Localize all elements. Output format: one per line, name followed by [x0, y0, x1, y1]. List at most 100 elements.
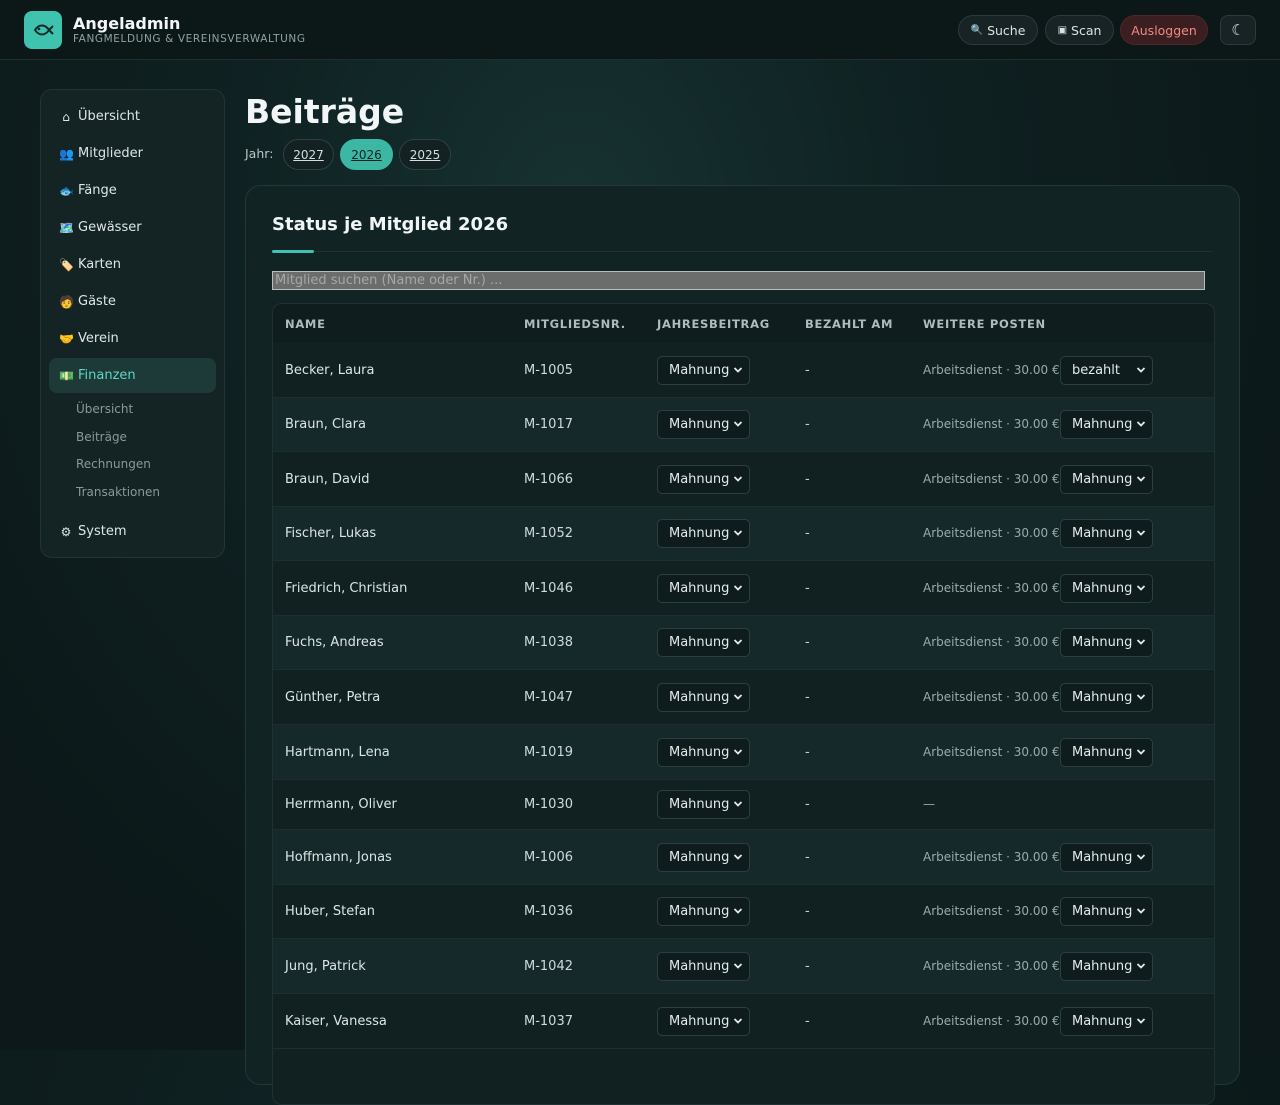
sidebar-item-gewaesser[interactable]: 🗺️ Gewässer	[49, 210, 216, 245]
member-number: M-1047	[524, 689, 573, 705]
beitrag-status-select[interactable]: Mahnung	[657, 790, 750, 819]
sidebar-item-faenge[interactable]: 🐟 Fänge	[49, 173, 216, 208]
member-number: M-1037	[524, 1013, 573, 1029]
additional-item: Arbeitsdienst · 30.00 €	[923, 1013, 1060, 1028]
posten-status-value: Mahnung	[1072, 1013, 1133, 1029]
beitrag-status-select[interactable]: Mahnung	[657, 682, 750, 712]
posten-status-value: Mahnung	[1072, 849, 1133, 865]
sidebar-subitem-beitraege[interactable]: Beiträge	[76, 430, 127, 444]
posten-status-select[interactable]: Mahnung	[1060, 464, 1153, 494]
year-label: Jahr:	[245, 146, 274, 161]
additional-item: Arbeitsdienst · 30.00 €	[923, 526, 1060, 540]
posten-status-select[interactable]: Mahnung	[1060, 573, 1153, 603]
beitrag-status-select[interactable]: Mahnung	[657, 897, 750, 926]
additional-item: —	[923, 797, 935, 811]
sidebar-item-gaeste[interactable]: 🧑 Gäste	[49, 284, 216, 319]
sidebar-subitem-uebersicht[interactable]: Übersicht	[76, 402, 133, 416]
posten-status-select[interactable]: bezahlt	[1060, 355, 1153, 385]
beitrag-status-select[interactable]: Mahnung	[657, 573, 750, 603]
table-row: Jung, Patrick M-1042 Mahnung - Arbeitsdienst…	[273, 939, 1214, 994]
scan-button[interactable]: ▣ Scan	[1045, 15, 1114, 45]
sidebar-item-label: Finanzen	[78, 368, 136, 383]
member-name: Jung, Patrick	[285, 958, 366, 974]
table-row: Günther, Petra M-1047 Mahnung - Arbeitsdiens…	[273, 670, 1214, 725]
beitrag-status-select[interactable]: Mahnung	[657, 1006, 750, 1036]
sidebar-subitem-transaktionen[interactable]: Transaktionen	[76, 485, 160, 499]
member-number: M-1005	[524, 362, 573, 378]
column-header-name[interactable]: NAME	[285, 317, 326, 331]
member-number: M-1066	[524, 471, 573, 487]
column-header-posten[interactable]: WEITERE POSTEN	[923, 317, 1046, 331]
column-header-nr[interactable]: MITGLIEDSNR.	[524, 317, 626, 331]
gear-icon: ⚙	[60, 524, 72, 539]
column-header-beitrag[interactable]: JAHRESBEITRAG	[657, 317, 770, 331]
top-bar: Angeladmin FANGMELDUNG & VEREINSVERWALTU…	[0, 0, 1280, 60]
posten-status-select[interactable]: Mahnung	[1060, 951, 1153, 981]
paid-date: -	[805, 417, 810, 432]
additional-item: Arbeitsdienst · 30.00 €	[923, 635, 1060, 649]
posten-status-select[interactable]: Mahnung	[1060, 519, 1153, 548]
sidebar-item-system[interactable]: ⚙ System	[49, 514, 216, 549]
posten-status-select[interactable]: Mahnung	[1060, 737, 1153, 767]
additional-item: Arbeitsdienst · 30.00 €	[923, 744, 1060, 759]
year-pill-2026[interactable]: 2026	[340, 139, 393, 170]
beitrag-status-value: Mahnung	[669, 526, 730, 541]
sidebar-item-verein[interactable]: 🤝 Verein	[49, 321, 216, 356]
beitrag-status-select[interactable]: Mahnung	[657, 951, 750, 981]
search-button[interactable]: 🔍 Suche	[958, 15, 1038, 45]
beitrag-status-select[interactable]: Mahnung	[657, 355, 750, 385]
posten-status-select[interactable]: Mahnung	[1060, 410, 1153, 439]
beitrag-status-select[interactable]: Mahnung	[657, 519, 750, 548]
sidebar-item-uebersicht[interactable]: ⌂ Übersicht	[49, 99, 216, 134]
sidebar-item-label: Karten	[78, 257, 121, 272]
member-number: M-1042	[524, 958, 573, 974]
column-header-bezahlt[interactable]: BEZAHLT AM	[805, 317, 893, 331]
fish-logo-icon[interactable]	[24, 11, 62, 49]
member-search-input[interactable]	[272, 271, 1205, 290]
beitrag-status-value: Mahnung	[669, 904, 730, 919]
logout-button[interactable]: Ausloggen	[1120, 15, 1208, 45]
member-name: Becker, Laura	[285, 362, 375, 378]
sidebar-item-finanzen[interactable]: 💵 Finanzen	[49, 358, 216, 393]
beitrag-status-select[interactable]: Mahnung	[657, 410, 750, 439]
posten-status-value: Mahnung	[1072, 526, 1133, 541]
beitrag-status-value: Mahnung	[669, 849, 730, 865]
member-name: Hoffmann, Jonas	[285, 849, 392, 865]
paid-date: -	[805, 797, 810, 812]
posten-status-select[interactable]: Mahnung	[1060, 897, 1153, 926]
additional-item: Arbeitsdienst · 30.00 €	[923, 849, 1060, 864]
additional-item: Arbeitsdienst · 30.00 €	[923, 904, 1060, 918]
beitrag-status-select[interactable]: Mahnung	[657, 628, 750, 657]
theme-toggle-button[interactable]: ☾	[1220, 15, 1256, 45]
beitrag-status-value: Mahnung	[669, 635, 730, 650]
logout-button-label: Ausloggen	[1131, 22, 1197, 38]
sidebar-item-karten[interactable]: 🏷️ Karten	[49, 247, 216, 282]
paid-date: -	[805, 635, 810, 650]
beitrag-status-select[interactable]: Mahnung	[657, 842, 750, 872]
table-row: Fischer, Lukas M-1052 Mahnung - Arbeitsdiens…	[273, 507, 1214, 561]
posten-status-select[interactable]: Mahnung	[1060, 628, 1153, 657]
year-pill-2025[interactable]: 2025	[399, 139, 451, 170]
posten-status-select[interactable]: Mahnung	[1060, 1006, 1153, 1036]
table-row: Becker, Laura M-1005 Mahnung - Arbeitsdienst…	[273, 343, 1214, 398]
member-number: M-1046	[524, 580, 573, 596]
year-pill-2027[interactable]: 2027	[283, 139, 334, 170]
beitrag-status-select[interactable]: Mahnung	[657, 737, 750, 767]
table-row: Hartmann, Lena M-1019 Mahnung - Arbeitsdiens…	[273, 725, 1214, 780]
sidebar-item-mitglieder[interactable]: 👥 Mitglieder	[49, 136, 216, 171]
paid-date: -	[805, 744, 810, 760]
sidebar-item-label: Mitglieder	[78, 146, 143, 161]
posten-status-select[interactable]: Mahnung	[1060, 682, 1153, 712]
posten-status-value: bezahlt	[1072, 362, 1120, 378]
posten-status-select[interactable]: Mahnung	[1060, 842, 1153, 872]
member-name: Braun, David	[285, 471, 370, 487]
paid-date: -	[805, 958, 810, 974]
additional-item: Arbeitsdienst · 30.00 €	[923, 362, 1060, 377]
sidebar-subitem-rechnungen[interactable]: Rechnungen	[76, 457, 151, 471]
paid-date: -	[805, 362, 810, 378]
table-row: Kaiser, Vanessa M-1037 Mahnung - Arbeitsdien…	[273, 994, 1214, 1049]
table-row: Friedrich, Christian M-1046 Mahnung - Arbeit…	[273, 561, 1214, 616]
member-number: M-1038	[524, 635, 573, 650]
member-name: Fischer, Lukas	[285, 526, 377, 541]
beitrag-status-select[interactable]: Mahnung	[657, 464, 750, 494]
